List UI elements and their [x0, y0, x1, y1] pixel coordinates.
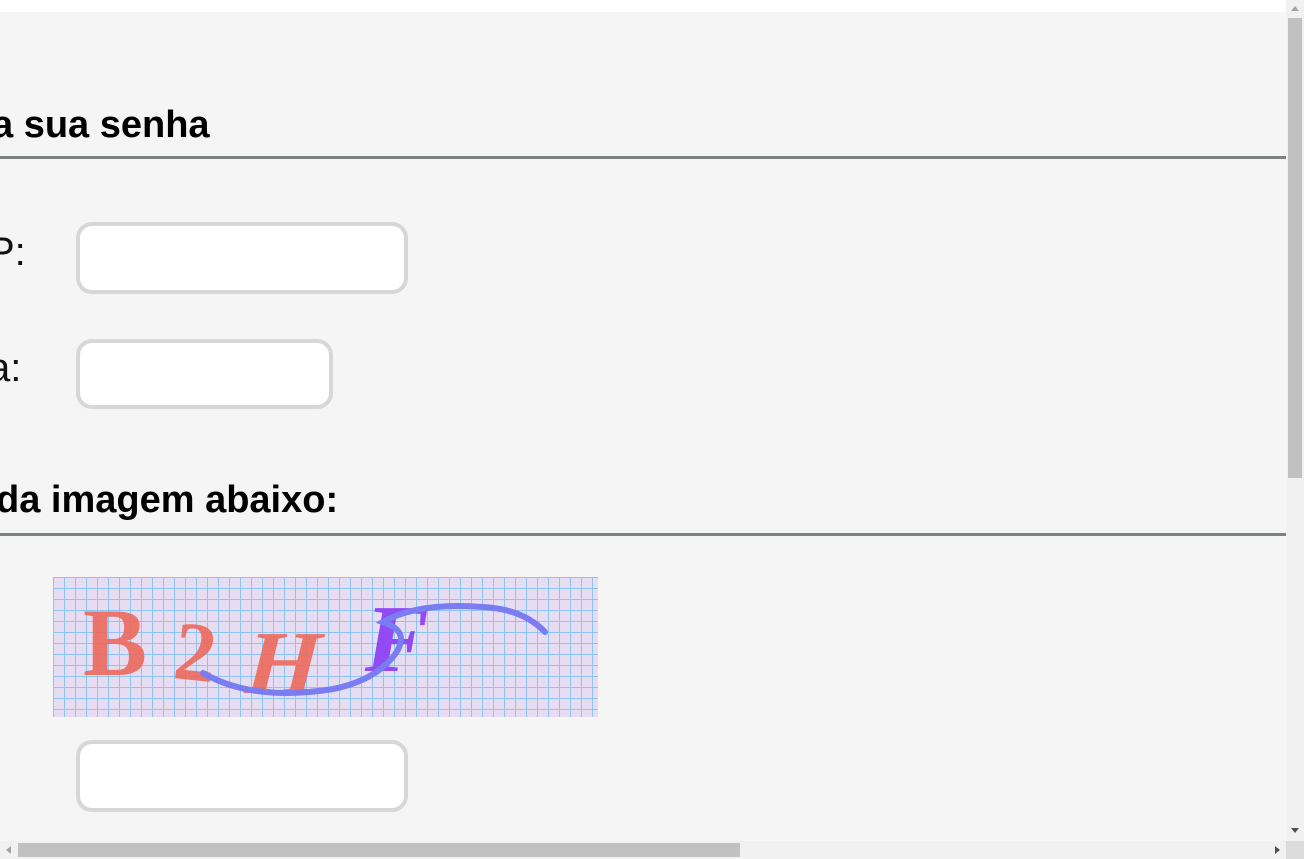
- captcha-section-divider: [0, 533, 1286, 536]
- vertical-scrollbar-thumb[interactable]: [1288, 18, 1302, 478]
- captcha-input[interactable]: [76, 740, 408, 812]
- section-divider: [0, 156, 1286, 159]
- captcha-image: B 2 H F: [53, 577, 598, 717]
- second-field-label: a:: [0, 346, 22, 390]
- first-field-input[interactable]: [76, 222, 408, 294]
- chevron-up-icon[interactable]: [1291, 6, 1299, 11]
- captcha-section-title: da imagem abaixo:: [0, 479, 339, 521]
- captcha-letter-b: B: [83, 589, 147, 696]
- chevron-right-icon[interactable]: [1275, 846, 1280, 854]
- second-field-input[interactable]: [76, 339, 333, 409]
- vertical-scrollbar[interactable]: [1286, 0, 1304, 841]
- scrollbar-corner: [1286, 841, 1304, 859]
- chevron-left-icon[interactable]: [6, 846, 11, 854]
- password-section-title: a sua senha: [0, 104, 210, 146]
- first-field-label: P:: [0, 230, 26, 274]
- horizontal-scrollbar-thumb[interactable]: [18, 843, 740, 857]
- chevron-down-icon[interactable]: [1291, 828, 1299, 833]
- page-content: a sua senha P: a: da imagem abaixo: B 2 …: [0, 12, 1286, 841]
- horizontal-scrollbar[interactable]: [0, 841, 1286, 859]
